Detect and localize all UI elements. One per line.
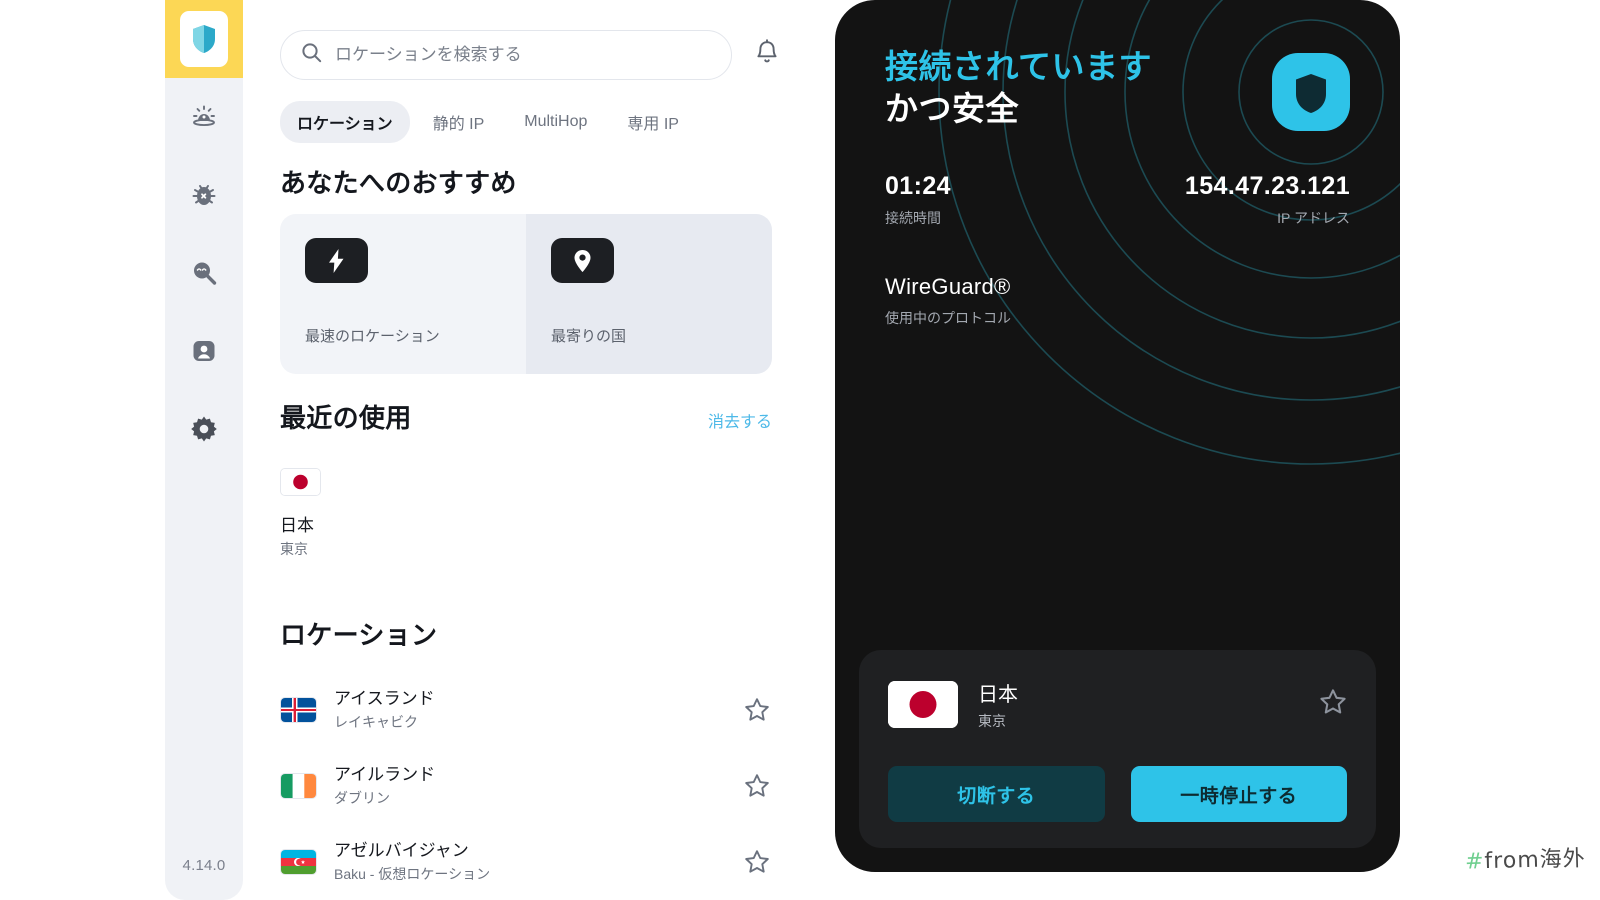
notifications-button[interactable] [750, 38, 784, 72]
panel-content: 接続されています かつ安全 01:24 接続時間 154.47.23.121 I… [835, 0, 1400, 872]
recommended-cards: 最速のロケーション 最寄りの国 [280, 214, 772, 374]
app-root: 4.14.0 ロケーションを検索する ロケーション 静的 IP MultiHop… [0, 0, 1600, 900]
protocol-label: 使用中のプロトコル [885, 310, 1011, 326]
location-text: アイスランド レイキャビク [334, 688, 725, 733]
recent-item-japan[interactable]: 日本 東京 [280, 468, 321, 559]
watermark-text: from海外 [1484, 846, 1587, 875]
tab-static-ip[interactable]: 静的 IP [416, 101, 502, 143]
search-box[interactable] [280, 30, 732, 80]
connection-panel: 接続されています かつ安全 01:24 接続時間 154.47.23.121 I… [835, 0, 1400, 872]
locations-list: アイスランド レイキャビク アイルランド ダブリン アゼルバイジャン Baku … [280, 672, 772, 900]
disconnect-button[interactable]: 切断する [888, 766, 1105, 822]
active-connection-country: 日本 [978, 684, 1018, 706]
ip-address-value: 154.47.23.121 [1184, 172, 1350, 200]
fastest-location-card[interactable]: 最速のロケーション [280, 214, 526, 374]
threat-alert-icon [189, 102, 219, 132]
location-row-ireland[interactable]: アイルランド ダブリン [280, 748, 772, 824]
star-outline-icon[interactable] [1319, 688, 1347, 721]
status-line-2: かつ安全 [885, 89, 1019, 127]
location-country: アイスランド [334, 688, 435, 708]
location-row-azerbaijan[interactable]: アゼルバイジャン Baku - 仮想ロケーション [280, 824, 772, 900]
search-icon [301, 42, 322, 68]
profile-card-icon [189, 336, 219, 366]
sidebar-item-account[interactable] [165, 312, 243, 390]
search-input[interactable] [335, 45, 711, 65]
app-version: 4.14.0 [182, 857, 226, 874]
location-city: ダブリン [334, 790, 390, 807]
recent-country: 日本 [280, 516, 314, 535]
search-row [280, 30, 784, 80]
star-outline-icon[interactable] [742, 771, 772, 801]
flag-is-icon [280, 697, 317, 723]
connection-time-value: 01:24 [885, 172, 951, 200]
ip-address: 154.47.23.121 IP アドレス [1185, 172, 1350, 228]
connection-status: 接続されています かつ安全 [885, 46, 1152, 129]
tab-locations[interactable]: ロケーション [280, 101, 410, 143]
bug-shield-icon [189, 180, 219, 210]
sidebar: 4.14.0 [165, 0, 243, 900]
recent-city: 東京 [280, 541, 308, 557]
flag-ie-icon [280, 773, 317, 799]
location-text: アゼルバイジャン Baku - 仮想ロケーション [334, 840, 725, 885]
location-city: Baku - 仮想ロケーション [334, 866, 491, 883]
locations-title: ロケーション [280, 620, 438, 650]
tab-dedicated-ip[interactable]: 専用 IP [610, 101, 696, 143]
map-pin-icon [551, 238, 614, 283]
active-connection-city: 東京 [978, 713, 1006, 729]
flag-jp-icon [888, 681, 958, 728]
watermark: #from海外 [1465, 840, 1586, 875]
shield-logo-icon [180, 11, 228, 67]
active-connection-card: 日本 東京 切断する 一時停止する [859, 650, 1376, 848]
dark-web-monitor-icon [189, 258, 219, 288]
protocol-value: WireGuard® [885, 274, 1011, 299]
location-row-iceland[interactable]: アイスランド レイキャビク [280, 672, 772, 748]
nearest-country-label: 最寄りの国 [551, 328, 627, 345]
status-line-1: 接続されています [885, 48, 1153, 85]
active-connection-row: 日本 東京 [888, 678, 1347, 731]
flag-jp-icon [280, 468, 321, 496]
recommended-title: あなたへのおすすめ [280, 168, 517, 198]
location-text: アイルランド ダブリン [334, 764, 725, 809]
protocol-info: WireGuard® 使用中のプロトコル [885, 274, 1011, 328]
watermark-hash: # [1465, 849, 1486, 875]
flag-az-icon [280, 849, 317, 875]
tab-multihop[interactable]: MultiHop [507, 104, 604, 140]
connection-time: 01:24 接続時間 [885, 172, 951, 228]
locations-panel: ロケーション 静的 IP MultiHop 専用 IP あなたへのおすすめ 最速… [243, 0, 835, 900]
pause-button[interactable]: 一時停止する [1130, 766, 1347, 822]
sidebar-item-dark-web-monitor[interactable] [165, 234, 243, 312]
nearest-country-card[interactable]: 最寄りの国 [526, 214, 772, 374]
active-connection-text: 日本 東京 [978, 678, 1018, 731]
bell-icon [754, 38, 780, 72]
star-outline-icon[interactable] [742, 695, 772, 725]
sidebar-item-threat-protection[interactable] [165, 78, 243, 156]
lightning-bolt-icon [305, 238, 368, 283]
connection-time-label: 接続時間 [885, 210, 941, 226]
shield-badge-icon [1272, 53, 1350, 131]
location-city: レイキャビク [334, 714, 418, 731]
location-country: アゼルバイジャン [334, 840, 469, 860]
fastest-location-label: 最速のロケーション [305, 328, 440, 345]
star-outline-icon[interactable] [742, 847, 772, 877]
tab-bar: ロケーション 静的 IP MultiHop 専用 IP [280, 101, 696, 143]
gear-icon [189, 414, 219, 444]
sidebar-item-vpn[interactable] [165, 0, 243, 78]
sidebar-item-settings[interactable] [165, 390, 243, 468]
sidebar-item-malware-protection[interactable] [165, 156, 243, 234]
connection-actions: 切断する 一時停止する [888, 766, 1347, 822]
location-country: アイルランド [334, 764, 436, 784]
clear-recent-button[interactable]: 消去する [708, 408, 772, 432]
recent-title: 最近の使用 [280, 403, 412, 433]
ip-address-label: IP アドレス [1277, 210, 1350, 226]
recent-header: 最近の使用 消去する [280, 398, 772, 435]
